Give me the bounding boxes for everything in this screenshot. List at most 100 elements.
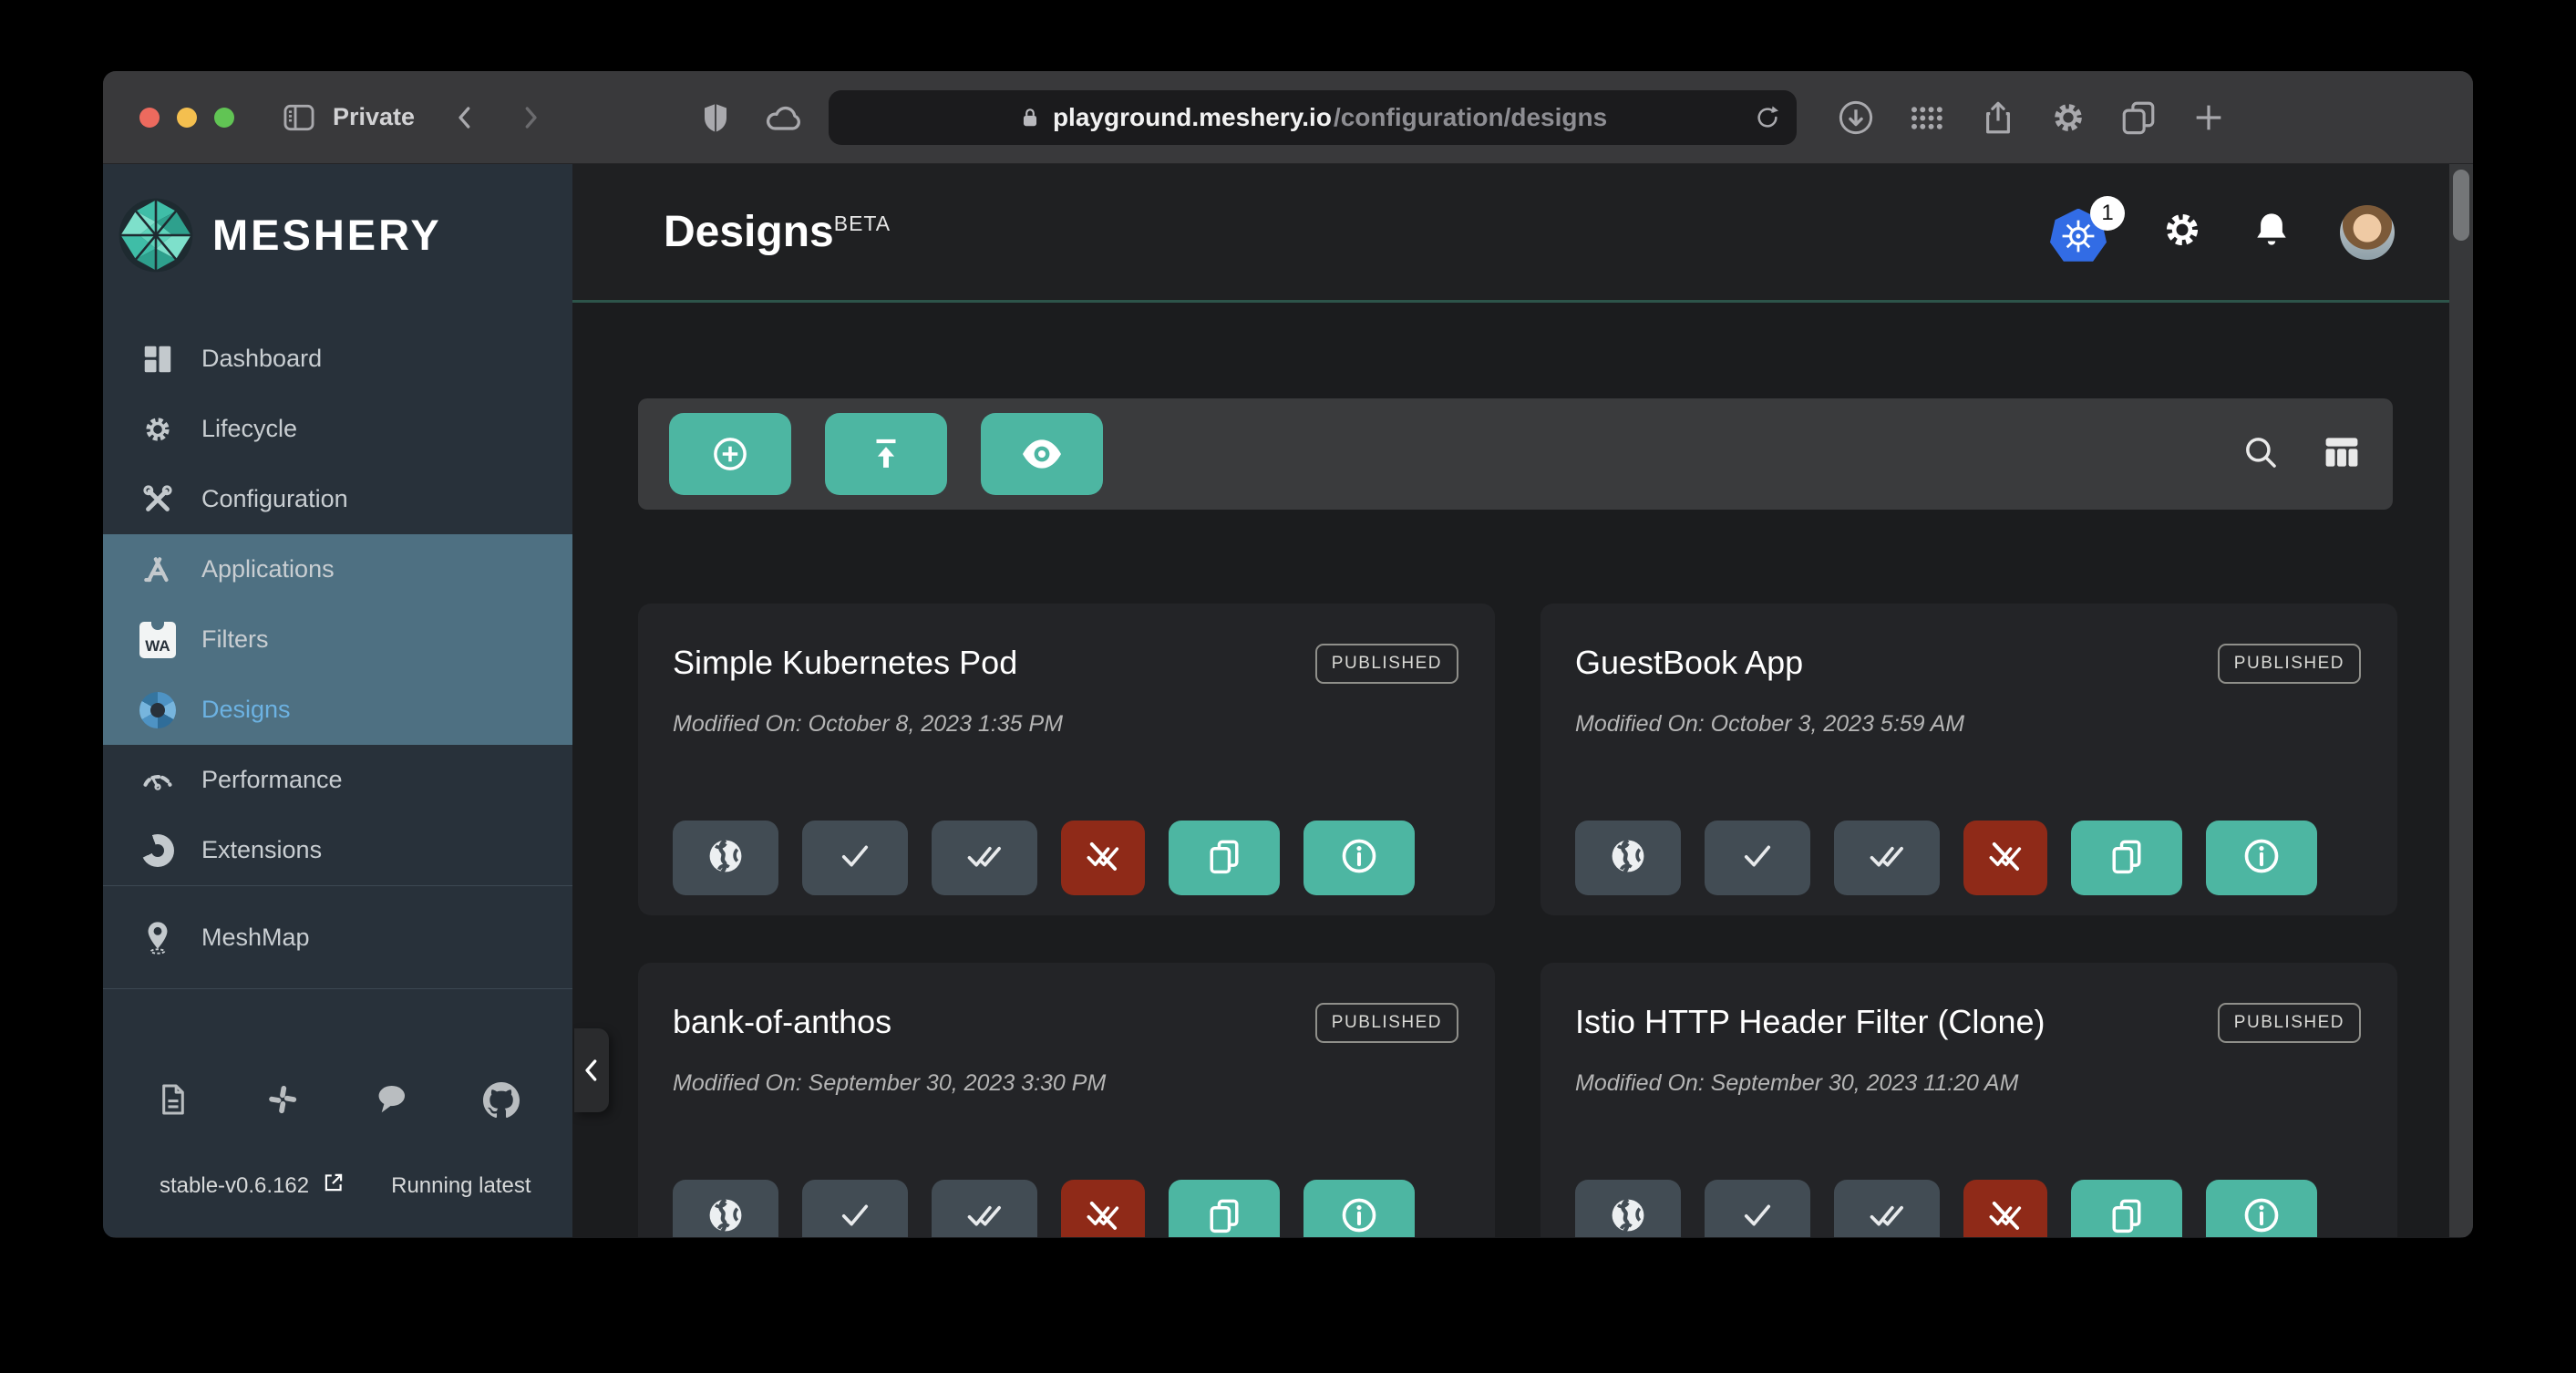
publish-button[interactable]: [673, 821, 778, 895]
validate-button[interactable]: [802, 1180, 908, 1237]
info-button[interactable]: [1303, 1180, 1415, 1237]
preview-design-button[interactable]: [981, 413, 1103, 495]
deploy-button[interactable]: [1834, 1180, 1940, 1237]
sidebar-item-meshmap[interactable]: MeshMap: [103, 886, 572, 988]
version-label: stable-v0.6.162: [160, 1173, 309, 1199]
crossed-double-check-icon: [1986, 837, 2025, 880]
extensions-grid-icon[interactable]: [1908, 98, 1946, 137]
deploy-button[interactable]: [932, 821, 1037, 895]
browser-toolbar: Private playground.meshery.io/configurat…: [103, 71, 2473, 164]
notifications-bell-icon[interactable]: [2251, 209, 2293, 255]
double-check-icon: [1867, 1195, 1907, 1238]
info-button[interactable]: [2206, 1180, 2317, 1237]
tab-overview-icon[interactable]: [2119, 98, 2158, 137]
undeploy-button[interactable]: [1963, 1180, 2047, 1237]
status-badge: PUBLISHED: [1315, 1003, 1458, 1043]
chat-icon[interactable]: [374, 1082, 408, 1123]
validate-button[interactable]: [802, 821, 908, 895]
browser-settings-gear-icon[interactable]: [2050, 99, 2087, 136]
sidebar-item-lifecycle[interactable]: Lifecycle: [103, 394, 572, 464]
sidebar-item-performance[interactable]: Performance: [103, 745, 572, 815]
shield-icon[interactable]: [699, 101, 732, 134]
new-tab-icon[interactable]: [2190, 99, 2227, 136]
back-icon[interactable]: [451, 104, 479, 131]
validate-button[interactable]: [1705, 821, 1810, 895]
settings-gear-icon[interactable]: [2161, 209, 2203, 255]
sidebar-toggle-icon[interactable]: [282, 100, 316, 135]
brand-logo[interactable]: MESHERY: [103, 164, 572, 305]
design-card[interactable]: Istio HTTP Header Filter (Clone) PUBLISH…: [1540, 963, 2397, 1237]
url-path: /configuration/designs: [1334, 103, 1607, 132]
minimize-window-button[interactable]: [177, 108, 197, 128]
chevron-left-icon: [578, 1057, 605, 1084]
info-button[interactable]: [1303, 821, 1415, 895]
user-avatar[interactable]: [2340, 205, 2395, 260]
undeploy-button[interactable]: [1963, 821, 2047, 895]
sidebar-item-configuration[interactable]: Configuration: [103, 464, 572, 534]
cloud-icon[interactable]: [763, 98, 803, 138]
close-window-button[interactable]: [139, 108, 160, 128]
double-check-icon: [1867, 836, 1907, 881]
sidebar-item-filters[interactable]: WA Filters: [103, 604, 572, 675]
design-card[interactable]: bank-of-anthos PUBLISHED Modified On: Se…: [638, 963, 1495, 1237]
undeploy-button[interactable]: [1061, 1180, 1145, 1237]
sidebar-collapse-button[interactable]: [574, 1028, 609, 1112]
clone-button[interactable]: [1169, 821, 1280, 895]
publish-button[interactable]: [1575, 1180, 1681, 1237]
crossed-double-check-icon: [1084, 837, 1122, 880]
sidebar-divider: [103, 988, 572, 989]
design-card[interactable]: GuestBook App PUBLISHED Modified On: Oct…: [1540, 604, 2397, 915]
deploy-button[interactable]: [1834, 821, 1940, 895]
map-pin-icon: [139, 919, 176, 955]
info-icon: [1339, 1195, 1379, 1238]
sidebar-item-dashboard[interactable]: Dashboard: [103, 324, 572, 394]
lifecycle-gears-icon: [139, 411, 176, 448]
search-icon[interactable]: [2241, 433, 2280, 476]
deploy-button[interactable]: [932, 1180, 1037, 1237]
lock-icon: [1018, 106, 1042, 129]
sidebar-item-applications[interactable]: Applications: [103, 534, 572, 604]
kubernetes-context-button[interactable]: 1: [2050, 203, 2114, 262]
sidebar-item-designs[interactable]: Designs: [103, 675, 572, 745]
clone-button[interactable]: [2071, 821, 2182, 895]
check-icon: [1738, 837, 1777, 880]
undeploy-button[interactable]: [1061, 821, 1145, 895]
validate-button[interactable]: [1705, 1180, 1810, 1237]
forward-icon[interactable]: [517, 104, 544, 131]
github-icon[interactable]: [483, 1082, 520, 1123]
downloads-icon[interactable]: [1837, 98, 1875, 137]
status-badge: PUBLISHED: [2218, 644, 2361, 684]
double-check-icon: [964, 836, 1005, 881]
double-check-icon: [964, 1195, 1005, 1238]
info-icon: [2241, 1195, 2282, 1238]
design-title: Istio HTTP Header Filter (Clone): [1575, 1003, 2045, 1041]
share-icon[interactable]: [1979, 98, 2017, 137]
publish-button[interactable]: [1575, 821, 1681, 895]
scrollbar-track[interactable]: [2449, 164, 2473, 1237]
publish-button[interactable]: [673, 1180, 778, 1237]
zoom-window-button[interactable]: [214, 108, 234, 128]
sidebar-item-extensions[interactable]: Extensions: [103, 815, 572, 885]
clone-button[interactable]: [1169, 1180, 1280, 1237]
main-content: DesignsBETA 1: [572, 164, 2473, 1237]
design-card[interactable]: Simple Kubernetes Pod PUBLISHED Modified…: [638, 604, 1495, 915]
traffic-lights: [139, 108, 234, 128]
modified-date: Modified On: September 30, 2023 11:20 AM: [1575, 1070, 2361, 1097]
globe-icon: [1608, 836, 1648, 881]
create-design-button[interactable]: [669, 413, 791, 495]
address-bar[interactable]: playground.meshery.io/configuration/desi…: [829, 90, 1797, 145]
scrollbar-thumb[interactable]: [2453, 170, 2469, 241]
page-header: DesignsBETA 1: [572, 164, 2449, 303]
docs-icon[interactable]: [156, 1082, 191, 1123]
design-title: bank-of-anthos: [673, 1003, 891, 1041]
meshery-logo-icon: [116, 195, 196, 275]
upload-design-button[interactable]: [825, 413, 947, 495]
info-button[interactable]: [2206, 821, 2317, 895]
page-title: DesignsBETA: [664, 207, 891, 257]
external-link-icon[interactable]: [322, 1171, 345, 1201]
slack-icon[interactable]: [265, 1082, 300, 1123]
configuration-submenu: Applications WA Filters Designs: [103, 534, 572, 745]
table-view-icon[interactable]: [2322, 432, 2362, 477]
clone-button[interactable]: [2071, 1180, 2182, 1237]
reload-icon[interactable]: [1753, 103, 1782, 132]
